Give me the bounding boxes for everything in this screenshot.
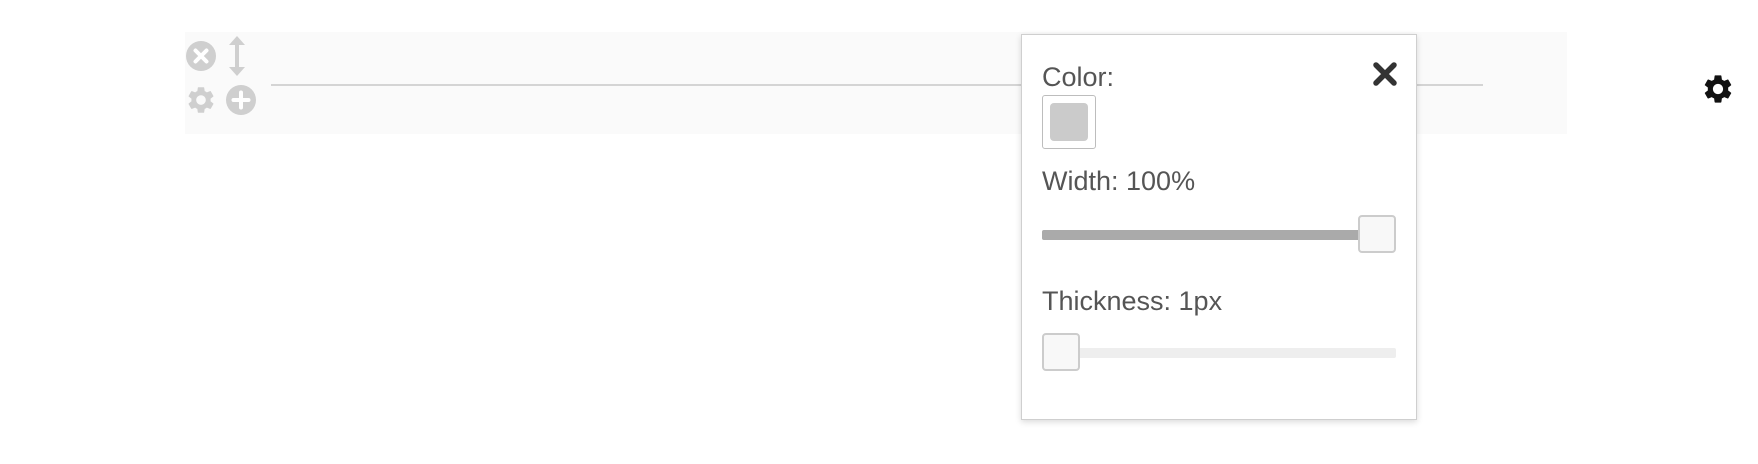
thickness-slider-track	[1042, 348, 1396, 358]
block-settings-button[interactable]	[185, 84, 217, 116]
divider-settings-popover: Color: Width: 100% Thickness: 1px	[1021, 34, 1417, 420]
vertical-resize-icon	[229, 36, 245, 76]
width-label: Width: 100%	[1042, 166, 1196, 196]
add-circle-icon	[226, 85, 256, 115]
divider-settings-toggle[interactable]	[1701, 72, 1735, 106]
thickness-slider-handle[interactable]	[1042, 333, 1080, 371]
add-block-button[interactable]	[225, 84, 257, 116]
remove-block-button[interactable]	[185, 40, 217, 72]
gear-icon	[1704, 75, 1732, 103]
thickness-slider[interactable]	[1042, 333, 1396, 373]
remove-circle-icon	[186, 41, 216, 71]
width-slider-fill	[1042, 230, 1377, 240]
width-slider[interactable]	[1042, 215, 1396, 255]
move-block-handle[interactable]	[225, 36, 249, 76]
color-picker-swatch[interactable]	[1042, 95, 1096, 149]
close-popover-button[interactable]	[1370, 59, 1400, 89]
close-x-icon	[1373, 62, 1397, 86]
color-label: Color:	[1042, 62, 1115, 92]
color-swatch-fill	[1050, 103, 1088, 141]
gear-icon	[188, 87, 214, 113]
thickness-label: Thickness: 1px	[1042, 286, 1223, 316]
width-slider-handle[interactable]	[1358, 215, 1396, 253]
